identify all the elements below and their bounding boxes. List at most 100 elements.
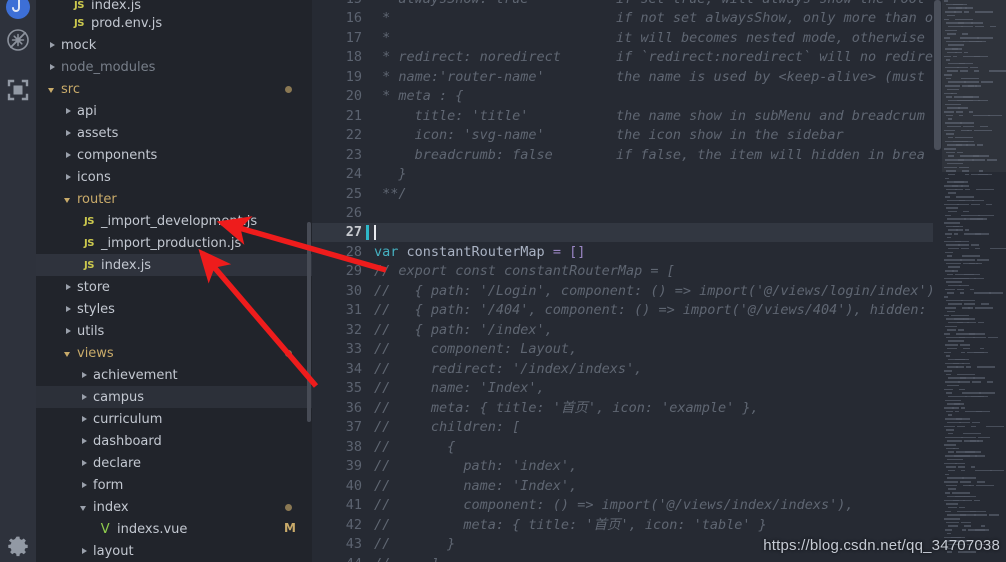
chevron-right-icon[interactable]: [80, 415, 89, 424]
tree-item-layout[interactable]: layout: [36, 540, 312, 562]
settings-gear-icon[interactable]: [0, 535, 36, 557]
tree-item-api[interactable]: api: [36, 100, 312, 122]
minimap-code-stroke: [964, 495, 976, 498]
tree-item-assets[interactable]: assets: [36, 122, 312, 144]
code-editor[interactable]: 15 * alwaysShow: true 16 * 17 * 18 * redire…: [312, 0, 1006, 562]
tree-item-curriculum[interactable]: curriculum: [36, 408, 312, 430]
editor-minimap[interactable]: [942, 0, 1006, 562]
minimap-code-stroke: [963, 499, 972, 502]
chevron-right-icon[interactable]: [48, 63, 57, 72]
tree-item-campus[interactable]: campus: [36, 386, 312, 408]
minimap-code-stroke: [961, 299, 975, 302]
minimap-code-stroke: [962, 529, 966, 531]
chevron-right-icon[interactable]: [64, 151, 73, 160]
vue-file-icon: V: [100, 521, 110, 537]
tree-item-index[interactable]: index: [36, 496, 312, 518]
chevron-down-icon[interactable]: [64, 349, 73, 358]
editor-scrollbar-thumb[interactable]: [934, 0, 941, 150]
tree-item-form[interactable]: form: [36, 474, 312, 496]
tree-item-achievement[interactable]: achievement: [36, 364, 312, 386]
tree-item-prod-env-js[interactable]: JS prod.env.js: [36, 12, 312, 34]
tree-item-declare[interactable]: declare: [36, 452, 312, 474]
chevron-right-icon[interactable]: [64, 283, 73, 292]
line-number: 43: [345, 536, 362, 552]
project-tree-panel[interactable]: JS index.js JS prod.env.js mock node_modules s…: [36, 0, 312, 562]
chevron-right-icon[interactable]: [64, 173, 73, 182]
minimap-code-stroke: [979, 392, 995, 394]
tree-item-mock[interactable]: mock: [36, 34, 312, 56]
no-inspections-icon[interactable]: [0, 28, 36, 52]
code-text: * name:'router-name': [374, 68, 545, 87]
minimap-code-stroke: [958, 329, 964, 331]
chevron-right-icon[interactable]: [80, 459, 89, 468]
code-token: *: [374, 30, 391, 46]
minimap-code-stroke: [973, 336, 986, 339]
minimap-code-stroke: [944, 370, 952, 372]
tree-item-label: index.js: [91, 0, 142, 13]
minimap-code-stroke: [974, 351, 988, 354]
tree-item-src[interactable]: src: [36, 78, 312, 100]
code-token: icon: 'svg-name': [374, 127, 545, 143]
minimap-code-stroke: [971, 466, 975, 468]
tree-item--import-production-js[interactable]: JS _import_production.js: [36, 232, 312, 254]
tree-item-label: styles: [77, 301, 115, 317]
minimap-code-stroke: [944, 296, 948, 298]
tree-item-label: curriculum: [93, 411, 163, 427]
user-avatar-icon[interactable]: [0, 0, 36, 20]
expand-all-icon[interactable]: [0, 78, 36, 102]
chevron-right-icon[interactable]: [64, 327, 73, 336]
chevron-down-icon[interactable]: [64, 195, 73, 204]
line-number: 25: [345, 186, 362, 202]
minimap-code-stroke: [945, 288, 955, 291]
minimap-code-stroke: [972, 421, 980, 424]
line-number: 42: [345, 517, 362, 533]
line-number: 39: [345, 458, 362, 474]
minimap-code-stroke: [945, 214, 951, 217]
code-token: // children: [: [374, 419, 521, 435]
chevron-right-icon[interactable]: [80, 437, 89, 446]
code-token: title: 'title': [374, 108, 529, 124]
tree-item-dashboard[interactable]: dashboard: [36, 430, 312, 452]
tree-item-icons[interactable]: icons: [36, 166, 312, 188]
tree-item-views[interactable]: views: [36, 342, 312, 364]
minimap-code-stroke: [971, 244, 979, 246]
tree-scrollbar[interactable]: [307, 222, 311, 422]
chevron-right-icon[interactable]: [80, 371, 89, 380]
chevron-right-icon[interactable]: [48, 41, 57, 50]
chevron-right-icon[interactable]: [64, 305, 73, 314]
tree-item-indexs-vue[interactable]: Vindexs.vue M: [36, 518, 312, 540]
line-number: 30: [345, 283, 362, 299]
tree-item-components[interactable]: components: [36, 144, 312, 166]
chevron-right-icon[interactable]: [64, 107, 73, 116]
minimap-code-stroke: [955, 358, 969, 361]
tree-item-index-js[interactable]: JS index.js: [36, 254, 312, 276]
minimap-viewport[interactable]: [942, 0, 1006, 172]
minimap-code-stroke: [954, 233, 958, 235]
tree-item-label: declare: [93, 455, 142, 471]
tree-status-dot: [285, 86, 292, 93]
minimap-code-stroke: [960, 481, 971, 483]
minimap-code-stroke: [967, 321, 976, 324]
minimap-code-stroke: [952, 407, 959, 409]
minimap-code-stroke: [954, 403, 964, 405]
line-number: 31: [345, 302, 362, 318]
chevron-right-icon[interactable]: [80, 481, 89, 490]
chevron-down-icon[interactable]: [48, 85, 57, 94]
chevron-down-icon[interactable]: [80, 503, 89, 512]
code-text: **/: [374, 185, 406, 204]
code-text: *: [374, 9, 390, 28]
chevron-right-icon[interactable]: [80, 393, 89, 402]
code-text: // name: 'Index',: [374, 379, 545, 398]
chevron-right-icon[interactable]: [80, 547, 89, 556]
chevron-right-icon[interactable]: [64, 129, 73, 138]
tree-item--import-development-js[interactable]: JS _import_development.js: [36, 210, 312, 232]
tree-item-router[interactable]: router: [36, 188, 312, 210]
tree-item-utils[interactable]: utils: [36, 320, 312, 342]
tree-item-store[interactable]: store: [36, 276, 312, 298]
tree-item-styles[interactable]: styles: [36, 298, 312, 320]
tree-item-label: _import_development.js: [101, 213, 258, 229]
tree-item-node-modules[interactable]: node_modules: [36, 56, 312, 78]
minimap-code-stroke: [945, 529, 952, 531]
